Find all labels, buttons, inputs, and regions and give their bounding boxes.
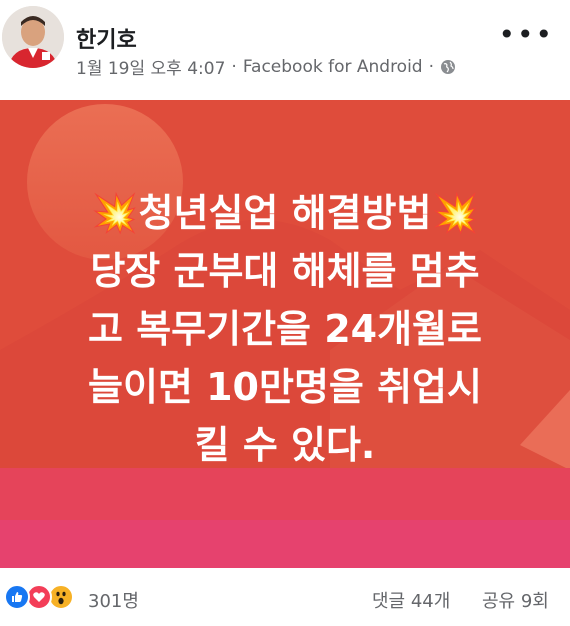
post-timestamp[interactable]: 1월 19일 오후 4:07 [76, 54, 225, 79]
reactions-bar: 301명 댓글 44개 공유 9회 [0, 568, 570, 626]
post-header: 한기호 1월 19일 오후 4:07 · Facebook for Androi… [0, 0, 570, 100]
shares-count[interactable]: 공유 9회 [482, 587, 549, 613]
burst-icon-right: 💥 [431, 191, 479, 235]
meta-separator-2: · [428, 56, 435, 77]
image-body: 당장 군부대 해체를 멈추 고 복무기간을 24개월로 늘이면 10만명을 취업… [88, 249, 482, 467]
post-source: Facebook for Android [242, 56, 423, 77]
image-headline: 청년실업 해결방법 [138, 191, 432, 235]
image-text: 💥청년실업 해결방법💥 당장 군부대 해체를 멈추 고 복무기간을 24개월로 … [0, 184, 570, 474]
reaction-count[interactable]: 301명 [88, 587, 139, 613]
author-name[interactable]: 한기호 [76, 22, 137, 54]
globe-icon [440, 59, 456, 75]
meta-separator: · [231, 56, 237, 77]
post-meta: 1월 19일 오후 4:07 · Facebook for Android · [76, 54, 456, 79]
more-options-icon[interactable]: ••• [498, 21, 554, 49]
like-icon [4, 584, 30, 610]
burst-icon-left: 💥 [91, 191, 139, 235]
author-avatar[interactable] [2, 6, 64, 68]
comments-count[interactable]: 댓글 44개 [372, 587, 450, 613]
post-image[interactable]: 💥청년실업 해결방법💥 당장 군부대 해체를 멈추 고 복무기간을 24개월로 … [0, 100, 570, 568]
